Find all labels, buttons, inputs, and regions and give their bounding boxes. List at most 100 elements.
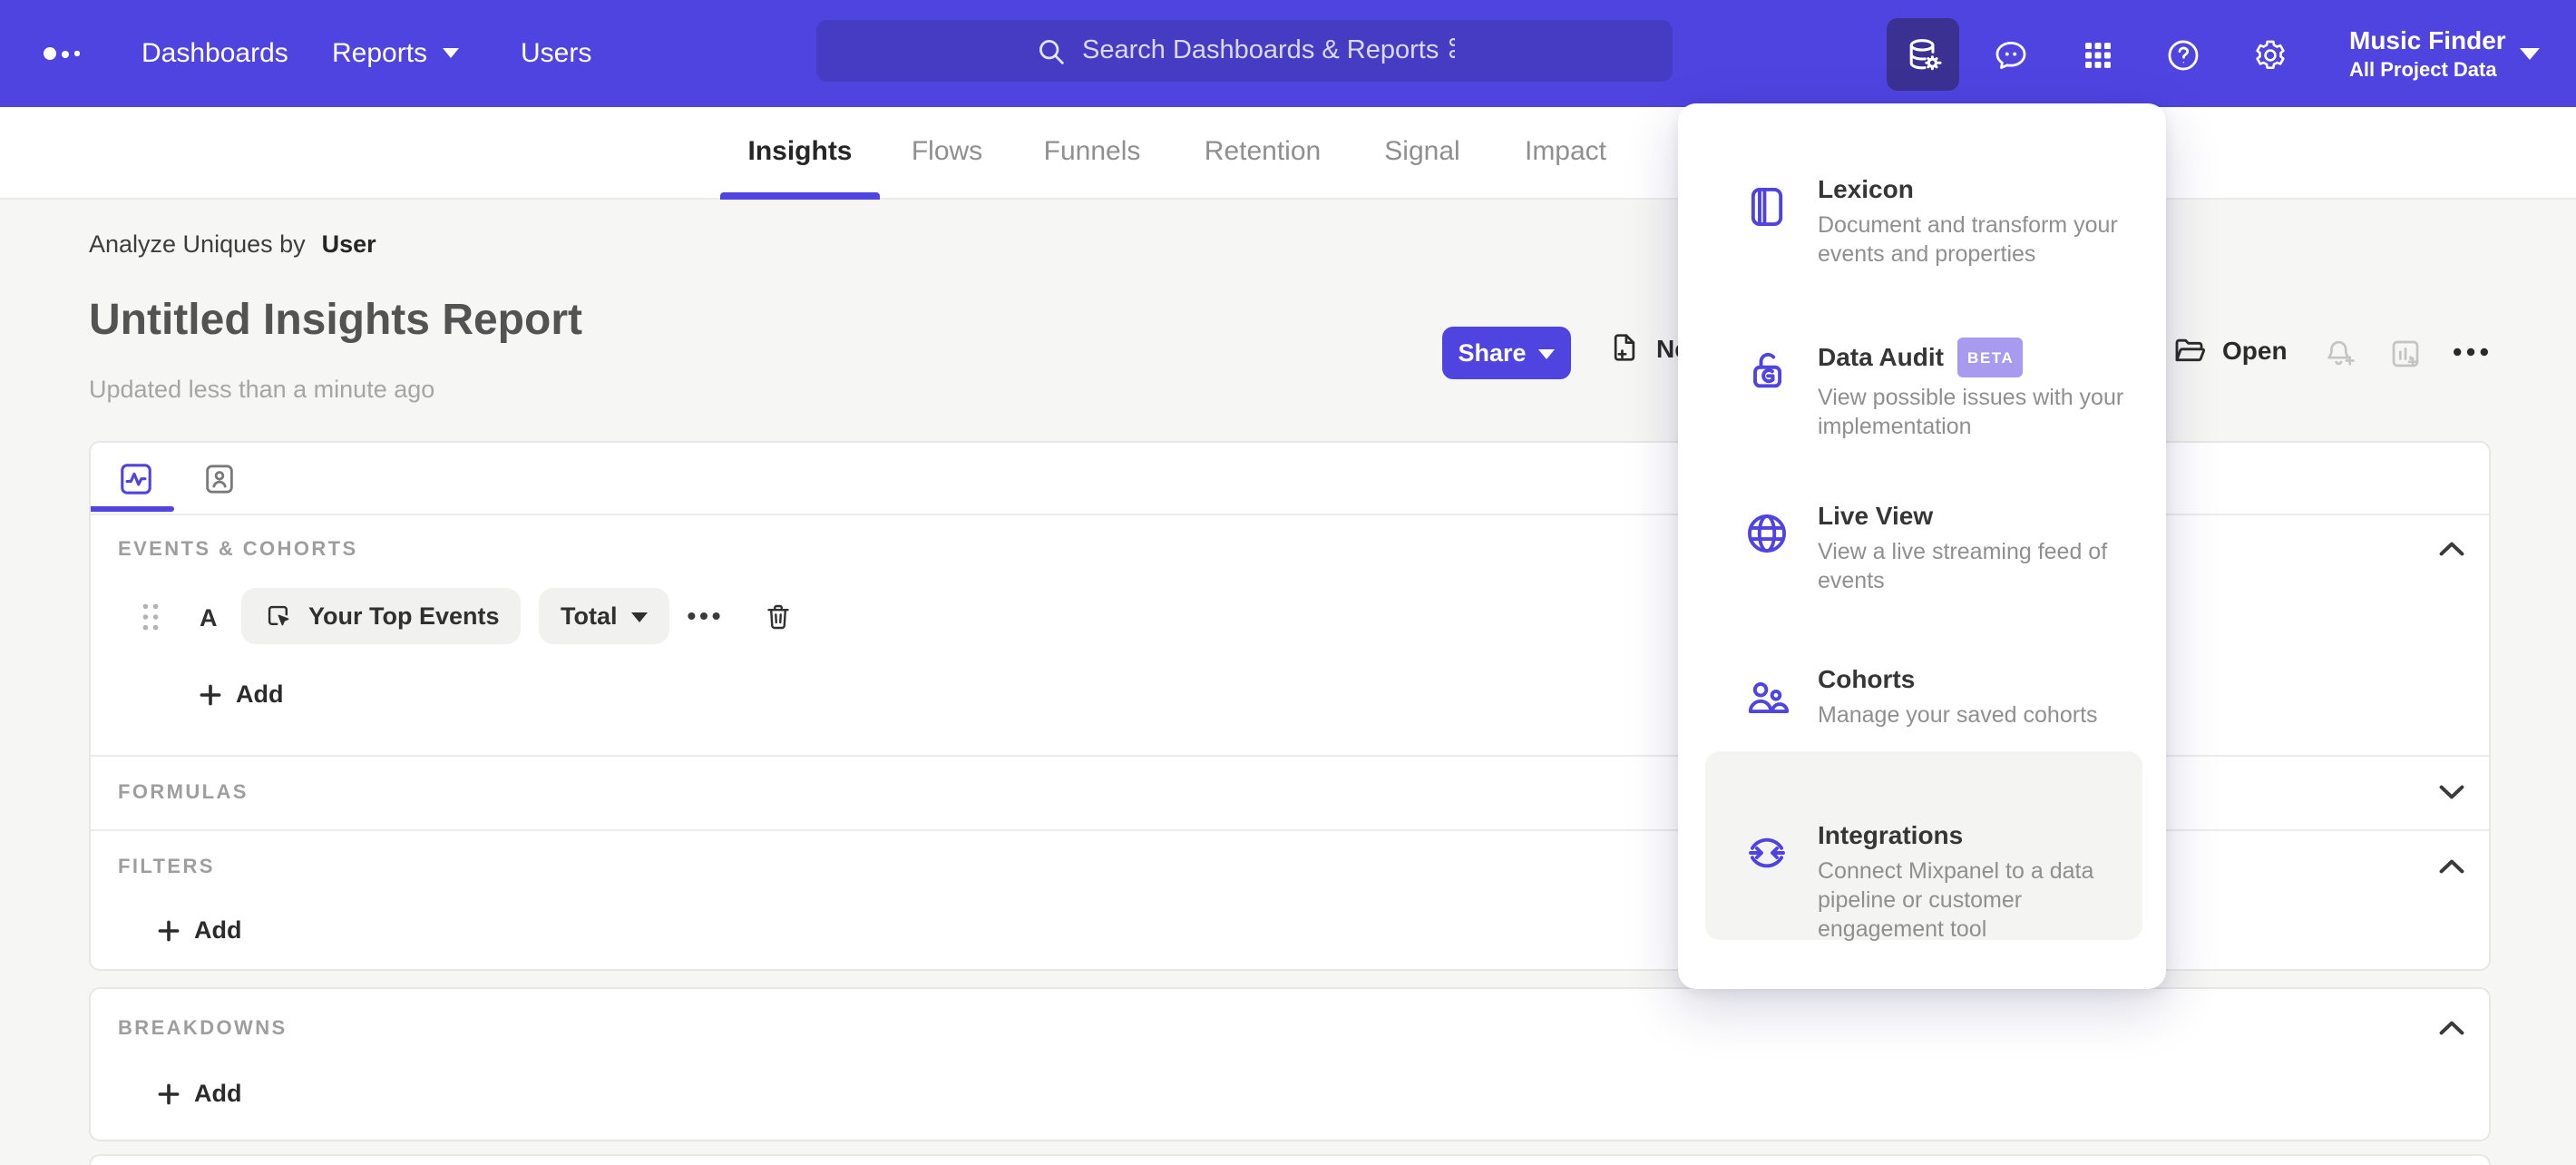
create-alert-button[interactable]	[2322, 336, 2358, 372]
global-search[interactable]	[816, 20, 1673, 82]
more-dots-icon	[2454, 348, 2488, 357]
report-title[interactable]: Untitled Insights Report	[89, 296, 582, 347]
menu-item-data-audit[interactable]: Data Audit BETA View possible issues with…	[1705, 325, 2142, 488]
aggregation-select-button[interactable]: Total	[539, 588, 670, 644]
search-input[interactable]	[1082, 36, 1454, 65]
help-button[interactable]	[2162, 34, 2202, 74]
share-label: Share	[1458, 339, 1527, 367]
add-breakdown-label: Add	[194, 1080, 242, 1107]
events-collapse-chevron[interactable]	[2438, 541, 2465, 557]
tab-flows[interactable]: Flows	[912, 136, 982, 167]
pulse-chart-icon	[121, 464, 151, 494]
trash-icon	[767, 604, 789, 630]
top-nav: Dashboards Reports Users Search Dashboar…	[0, 0, 2576, 107]
add-filter-label: Add	[194, 916, 242, 944]
event-select-label: Your Top Events	[308, 602, 500, 630]
menu-item-title: Integrations	[1818, 820, 1964, 849]
formulas-expand-chevron[interactable]	[2438, 784, 2465, 800]
logo-dot	[62, 50, 69, 57]
beta-badge: BETA	[1957, 338, 2024, 377]
chevron-down-icon	[442, 47, 459, 58]
delete-event-button[interactable]	[762, 601, 795, 633]
menu-item-title: Live View	[1818, 501, 1934, 530]
app-viewport: Dashboards Reports Users Search Dashboar…	[0, 0, 2576, 1165]
open-report-label: Open	[2222, 336, 2288, 365]
database-gear-icon	[1902, 34, 1944, 75]
tab-impact[interactable]: Impact	[1525, 136, 1606, 167]
drag-handle[interactable]	[141, 602, 160, 631]
plus-icon	[158, 1082, 180, 1104]
analyze-prefix: Analyze Uniques by	[89, 230, 306, 258]
project-selector[interactable]: Music Finder All Project Data	[2349, 25, 2506, 82]
menu-item-desc: Document and transform your events and p…	[1818, 212, 2118, 267]
data-management-button[interactable]	[1887, 18, 1959, 91]
menu-item-text: Integrations Connect Mixpanel to a data …	[1818, 820, 2137, 942]
mixpanel-app: Dashboards Reports Users Search Dashboar…	[0, 0, 2576, 1165]
project-name: Music Finder	[2349, 25, 2506, 54]
chevron-down-icon	[2439, 785, 2464, 799]
bell-plus-icon	[2327, 340, 2355, 366]
menu-item-text: Data Audit BETA View possible issues with…	[1818, 338, 2137, 488]
chevron-up-icon	[2439, 859, 2464, 874]
nav-item-dashboards[interactable]: Dashboards	[141, 38, 288, 69]
project-scope: All Project Data	[2349, 60, 2497, 82]
analyze-entity[interactable]: User	[322, 230, 376, 258]
open-report-button[interactable]: Open	[2171, 332, 2288, 368]
breakdowns-card: BREAKDOWNS Add	[89, 987, 2491, 1141]
more-options-button[interactable]	[2453, 347, 2489, 357]
add-filter-button[interactable]: Add	[158, 916, 242, 944]
menu-item-desc: View a live streaming feed of events	[1818, 539, 2108, 593]
add-to-dashboard-button[interactable]	[2387, 336, 2424, 372]
add-breakdown-button[interactable]: Add	[158, 1080, 242, 1107]
book-icon	[1743, 183, 1791, 230]
updated-timestamp: Updated less than a minute ago	[89, 376, 435, 403]
events-section-label: EVENTS & COHORTS	[118, 539, 358, 561]
feedback-bubble-icon	[1995, 40, 2025, 69]
profile-card-icon	[206, 465, 233, 494]
breakdowns-collapse-chevron[interactable]	[2438, 1020, 2465, 1036]
metrics-view-tab[interactable]	[116, 459, 156, 499]
nav-item-reports[interactable]: Reports	[332, 38, 459, 69]
add-event-button[interactable]: Add	[200, 680, 284, 708]
tab-funnels[interactable]: Funnels	[1044, 136, 1141, 167]
tab-insights[interactable]: Insights	[747, 136, 852, 167]
menu-item-live-view[interactable]: Live View View a live streaming feed of …	[1705, 488, 2142, 651]
apps-grid-button[interactable]	[2077, 34, 2117, 74]
menu-item-integrations[interactable]: Integrations Connect Mixpanel to a data …	[1705, 751, 2142, 942]
event-row-letter: A	[200, 604, 218, 631]
tab-retention[interactable]: Retention	[1205, 136, 1321, 167]
menu-item-title: Data Audit BETA	[1818, 338, 2137, 377]
menu-item-title: Lexicon	[1818, 174, 1914, 203]
tab-signal[interactable]: Signal	[1384, 136, 1459, 167]
analyze-line: Analyze Uniques by User	[89, 230, 376, 258]
share-button[interactable]: Share	[1442, 327, 1571, 379]
menu-item-lexicon[interactable]: Lexicon Document and transform your even…	[1705, 162, 2142, 325]
nav-item-users[interactable]: Users	[521, 38, 591, 69]
data-management-menu: Lexicon Document and transform your even…	[1678, 103, 2166, 989]
grid-icon	[2084, 42, 2110, 67]
menu-item-text: Live View View a live streaming feed of …	[1818, 501, 2137, 651]
menu-item-desc: Manage your saved cohorts	[1818, 702, 2098, 728]
profiles-view-tab[interactable]	[201, 461, 238, 497]
logo-dot	[74, 51, 79, 56]
event-row-more-button[interactable]	[688, 612, 720, 621]
cohorts-icon	[1743, 673, 1791, 720]
filters-section-label: FILTERS	[118, 857, 215, 878]
settings-button[interactable]	[2249, 34, 2289, 74]
filters-collapse-chevron[interactable]	[2438, 858, 2465, 875]
folder-open-icon	[2171, 332, 2208, 368]
chevron-up-icon	[2439, 1021, 2464, 1035]
chevron-down-icon	[631, 611, 649, 622]
event-select-button[interactable]: Your Top Events	[241, 588, 522, 644]
chevron-down-icon[interactable]	[2520, 47, 2540, 60]
search-icon	[1035, 35, 1066, 66]
mixpanel-logo[interactable]	[44, 42, 79, 65]
nav-item-reports-label: Reports	[332, 38, 428, 69]
event-cursor-icon	[263, 601, 294, 631]
feedback-button[interactable]	[1990, 34, 2030, 74]
logo-dot	[44, 47, 56, 60]
chevron-up-icon	[2439, 542, 2464, 556]
menu-item-desc: Connect Mixpanel to a data pipeline or c…	[1818, 858, 2094, 942]
more-dots-icon	[688, 612, 720, 620]
drag-dots-icon	[142, 603, 159, 631]
